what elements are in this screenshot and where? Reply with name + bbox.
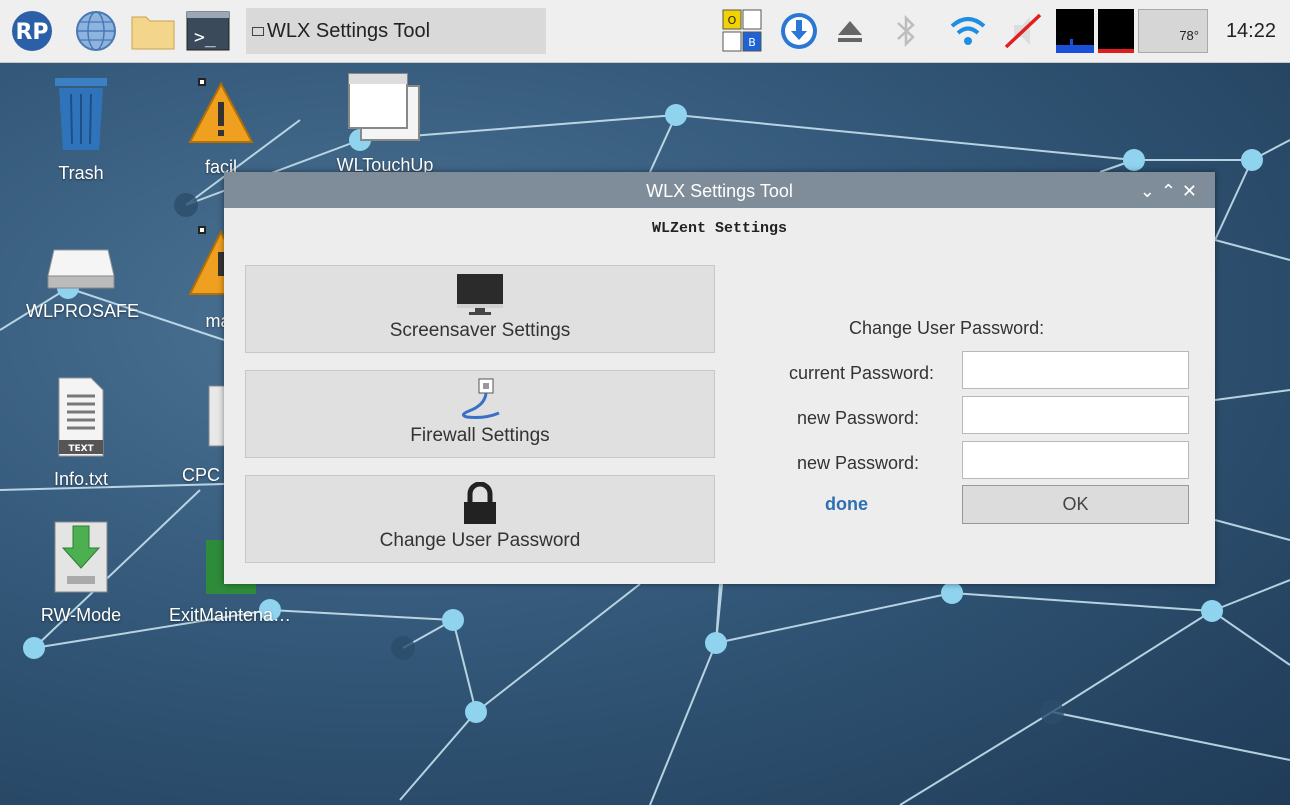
- change-password-label: Change User Password: [379, 530, 581, 551]
- current-password-input[interactable]: [962, 351, 1189, 389]
- desktop-icon-facil[interactable]: facil: [166, 78, 276, 178]
- rp-logo-icon: RP: [12, 11, 52, 51]
- memory-graph-icon: [1098, 49, 1134, 53]
- screensaver-settings-button[interactable]: Screensaver Settings: [245, 265, 715, 353]
- temperature-value: 78°: [1179, 28, 1199, 43]
- network-cable-icon: [462, 378, 500, 419]
- wifi-icon: [950, 17, 986, 45]
- desktop-icon-info-txt[interactable]: TEXT Info.txt: [26, 374, 136, 490]
- taskbar-window-title: WLX Settings Tool: [267, 19, 431, 42]
- desktop-icon-wlprosafe[interactable]: WLPROSAFE: [26, 244, 140, 322]
- trash-icon: [55, 78, 107, 150]
- drive-icon: [47, 249, 115, 289]
- svg-text:RP: RP: [15, 20, 48, 45]
- desktop-icon-label: Info.txt: [53, 469, 109, 489]
- ok-button[interactable]: OK: [962, 485, 1189, 524]
- window-icon: [348, 73, 420, 141]
- folder-icon: [131, 16, 175, 50]
- clock[interactable]: 14:22: [1226, 8, 1276, 54]
- monitor-icon: [457, 274, 503, 315]
- maximize-button[interactable]: ⌃: [1161, 181, 1182, 201]
- terminal-launcher[interactable]: >_: [184, 8, 232, 54]
- desktop-icon-label: Trash: [58, 163, 104, 183]
- new-password-label: new Password:: [796, 408, 919, 428]
- raspberry-menu-button[interactable]: RP: [8, 8, 56, 54]
- cpu-graph-icon: [1056, 39, 1094, 53]
- install-icon: [54, 521, 108, 593]
- memory-monitor[interactable]: [1098, 9, 1134, 53]
- done-status: done: [825, 494, 868, 514]
- keyboard-indicator[interactable]: O B: [720, 8, 766, 54]
- file-manager-launcher[interactable]: [128, 8, 178, 54]
- settings-heading: WLZent Settings: [651, 220, 788, 237]
- indicator-o-label: O: [728, 14, 737, 27]
- desktop-icon-label: ExitMaintena…: [168, 605, 292, 625]
- firewall-settings-label: Firewall Settings: [410, 425, 550, 446]
- desktop-icon-trash[interactable]: Trash: [26, 74, 136, 184]
- window-title: WLX Settings Tool: [646, 181, 793, 201]
- update-button[interactable]: [776, 8, 822, 54]
- current-password-label: current Password:: [788, 363, 934, 383]
- terminal-icon: >_: [186, 11, 230, 51]
- bluetooth-button[interactable]: [888, 8, 924, 54]
- download-icon: [781, 13, 817, 49]
- window-titlebar[interactable]: WLX Settings Tool ⌄⌃✕: [224, 172, 1215, 208]
- desktop-icon-label: RW-Mode: [40, 605, 122, 625]
- taskbar-window-button[interactable]: WLX Settings Tool: [246, 8, 546, 54]
- change-password-button[interactable]: Change User Password: [245, 475, 715, 563]
- taskbar: RP >_ WLX Settings Tool O B 78° 14:22: [0, 0, 1290, 63]
- firewall-settings-button[interactable]: Firewall Settings: [245, 370, 715, 458]
- text-file-badge: TEXT: [68, 444, 94, 454]
- keyboard-lock-indicator-icon: O B: [722, 9, 762, 52]
- window-mini-icon: [252, 26, 264, 36]
- volume-muted-icon: [1004, 13, 1042, 49]
- temperature-monitor[interactable]: 78°: [1138, 9, 1208, 53]
- desktop-icon-label: WLPROSAFE: [26, 301, 140, 321]
- confirm-password-label: new Password:: [796, 453, 919, 473]
- indicator-b-label: B: [748, 36, 756, 49]
- wifi-button[interactable]: [946, 8, 990, 54]
- text-file-icon: TEXT: [58, 377, 104, 457]
- settings-window: WLX Settings Tool ⌄⌃✕ WLZent Settings Sc…: [224, 172, 1215, 584]
- close-button[interactable]: ✕: [1182, 181, 1203, 201]
- eject-icon: [838, 21, 862, 42]
- volume-button[interactable]: [1000, 8, 1044, 54]
- screensaver-settings-label: Screensaver Settings: [389, 320, 571, 341]
- password-panel-title: Change User Password:: [849, 318, 1045, 338]
- window-controls: ⌄⌃✕: [1140, 172, 1203, 210]
- desktop-icon-rw-mode[interactable]: RW-Mode: [26, 516, 136, 626]
- desktop-icon-wltouchup[interactable]: WLTouchUp: [330, 70, 440, 176]
- globe-icon: [76, 11, 116, 51]
- confirm-password-input[interactable]: [962, 441, 1189, 479]
- warning-icon: [188, 78, 254, 143]
- cpu-monitor[interactable]: [1056, 9, 1094, 53]
- browser-launcher[interactable]: [72, 8, 120, 54]
- lock-icon: [464, 482, 496, 524]
- svg-text:>_: >_: [194, 27, 216, 48]
- eject-button[interactable]: [832, 8, 868, 54]
- bluetooth-icon: [897, 14, 915, 48]
- minimize-button[interactable]: ⌄: [1140, 181, 1161, 201]
- new-password-input[interactable]: [962, 396, 1189, 434]
